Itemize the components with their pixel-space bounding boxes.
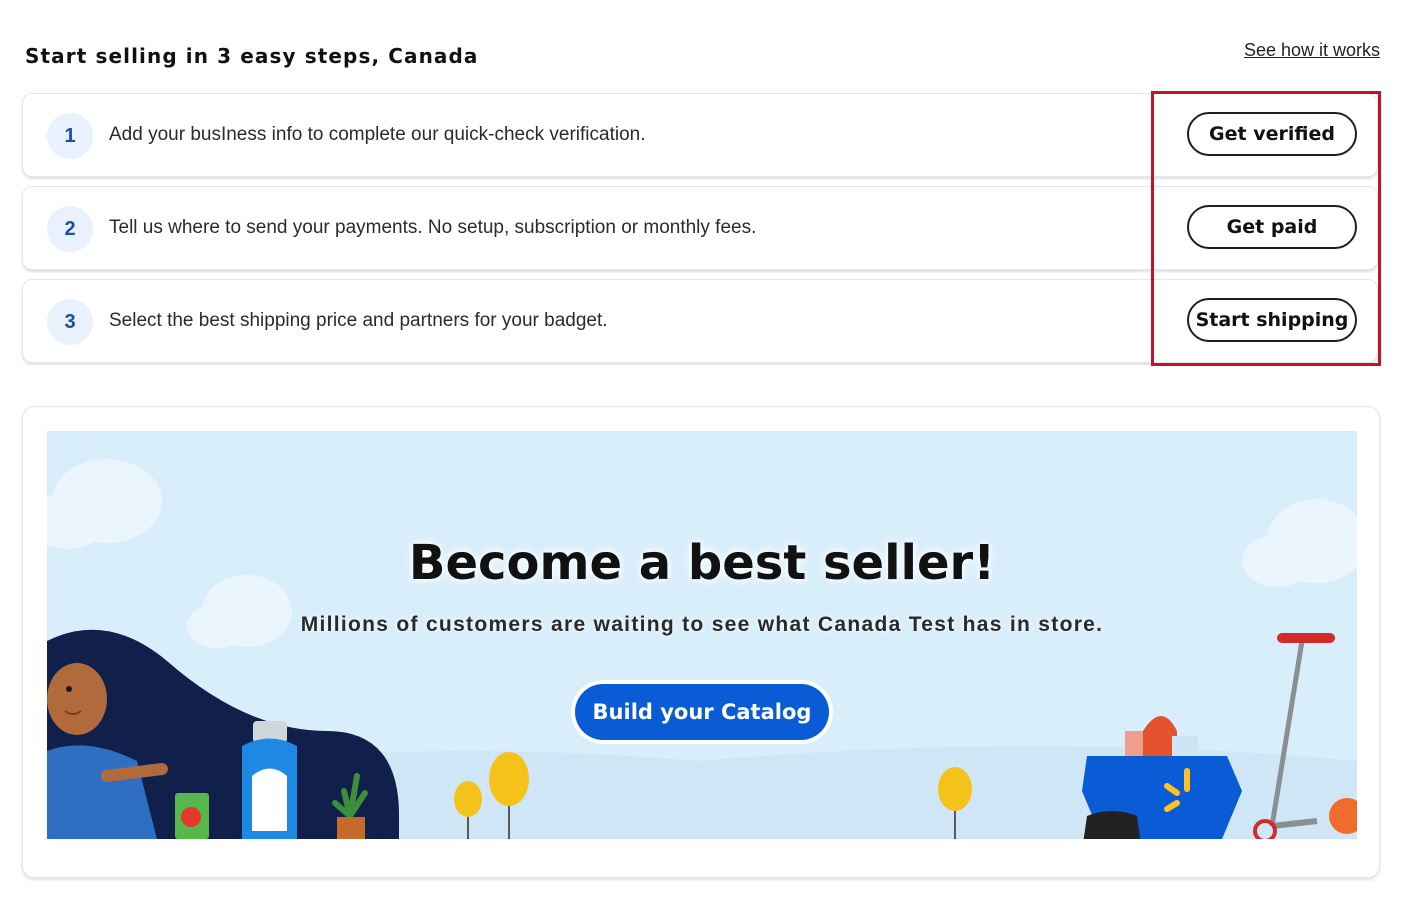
step-description: Select the best shipping price and partn… xyxy=(109,310,608,331)
promo-subtitle: Millions of customers are waiting to see… xyxy=(300,613,1104,636)
step-number-badge: 2 xyxy=(47,206,93,252)
see-how-it-works-link[interactable]: See how it works xyxy=(1244,40,1380,61)
step-description: Tell us where to send your payments. No … xyxy=(109,217,757,238)
build-catalog-button[interactable]: Build your Catalog xyxy=(575,684,829,740)
step-number-badge: 3 xyxy=(47,299,93,345)
page-title: Start selling in 3 easy steps, Canada xyxy=(25,44,479,68)
step-card-shipping: 3 Select the best shipping price and par… xyxy=(22,279,1378,363)
start-shipping-button[interactable]: Start shipping xyxy=(1187,298,1357,342)
promo-card: Become a best seller! Millions of custom… xyxy=(22,406,1380,878)
promo-title: Become a best seller! xyxy=(408,535,996,591)
step-description: Add your busIness info to complete our q… xyxy=(109,124,646,145)
get-paid-button[interactable]: Get paid xyxy=(1187,205,1357,249)
promo-banner: Become a best seller! Millions of custom… xyxy=(47,431,1357,839)
step-card-payment: 2 Tell us where to send your payments. N… xyxy=(22,186,1378,270)
get-verified-button[interactable]: Get verified xyxy=(1187,112,1357,156)
step-card-verify: 1 Add your busIness info to complete our… xyxy=(22,93,1378,177)
step-number-badge: 1 xyxy=(47,113,93,159)
